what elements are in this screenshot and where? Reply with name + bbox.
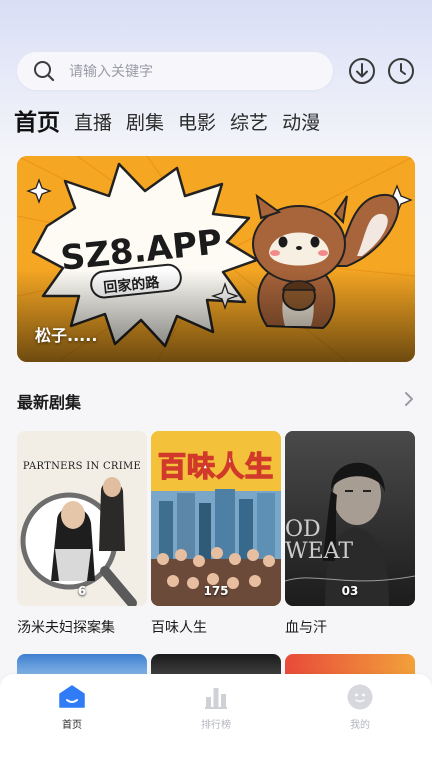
history-clock-icon[interactable] — [387, 57, 415, 85]
series-title: 百味人生 — [151, 620, 207, 636]
chevron-right-icon[interactable] — [402, 389, 416, 409]
nav-profile-label: 我的 — [350, 720, 370, 731]
tab-anime[interactable]: 动漫 — [282, 108, 320, 138]
series-card[interactable]: OD WEAT 03 血与汗 — [285, 431, 415, 637]
series-card[interactable]: 百味人生 175 百味人生 — [151, 431, 281, 637]
profile-icon — [347, 684, 373, 710]
tab-movies[interactable]: 电影 — [178, 108, 216, 138]
episode-count: 03 — [341, 584, 359, 598]
latest-series-list: PARTNERS IN CRIME 6 汤米夫妇探案集 百味人生 175 百味人… — [17, 431, 415, 637]
category-tabs: 首页 直播 剧集 电影 综艺 动漫 — [14, 108, 334, 138]
nav-ranking[interactable]: 排行榜 — [186, 684, 246, 731]
section-title: 最新剧集 — [17, 393, 82, 412]
search-icon — [33, 60, 55, 82]
bottom-navigation: 首页 排行榜 我的 — [0, 674, 432, 768]
search-input[interactable]: 请输入关键字 — [17, 52, 333, 90]
home-icon — [59, 684, 85, 710]
poster-title-text: 百味人生 — [157, 449, 274, 484]
tab-live[interactable]: 直播 — [74, 108, 112, 138]
download-icon[interactable] — [348, 57, 376, 85]
ranking-icon — [203, 684, 229, 710]
series-poster: OD WEAT 03 — [285, 431, 415, 606]
episode-count: 6 — [77, 584, 87, 598]
series-card[interactable]: PARTNERS IN CRIME 6 汤米夫妇探案集 — [17, 431, 147, 637]
tab-series[interactable]: 剧集 — [126, 108, 164, 138]
nav-home[interactable]: 首页 — [42, 684, 102, 731]
series-poster: PARTNERS IN CRIME 6 — [17, 431, 147, 606]
nav-home-label: 首页 — [62, 720, 82, 731]
nav-ranking-label: 排行榜 — [201, 720, 231, 731]
tab-variety[interactable]: 综艺 — [230, 108, 268, 138]
promo-banner[interactable]: SZ8.APP 回家的路 松子..... — [17, 156, 415, 362]
poster-artwork — [17, 431, 147, 606]
tab-home[interactable]: 首页 — [14, 108, 60, 138]
search-placeholder: 请输入关键字 — [69, 64, 153, 80]
search-row: 请输入关键字 — [17, 52, 417, 90]
poster-title-text: OD WEAT — [285, 517, 354, 564]
series-poster: 百味人生 175 — [151, 431, 281, 606]
poster-title-text: PARTNERS IN CRIME — [22, 461, 142, 472]
nav-profile[interactable]: 我的 — [330, 684, 390, 731]
series-title: 汤米夫妇探案集 — [17, 620, 115, 636]
episode-count: 175 — [203, 584, 229, 598]
banner-caption: 松子..... — [35, 326, 98, 345]
series-title: 血与汗 — [285, 620, 327, 636]
